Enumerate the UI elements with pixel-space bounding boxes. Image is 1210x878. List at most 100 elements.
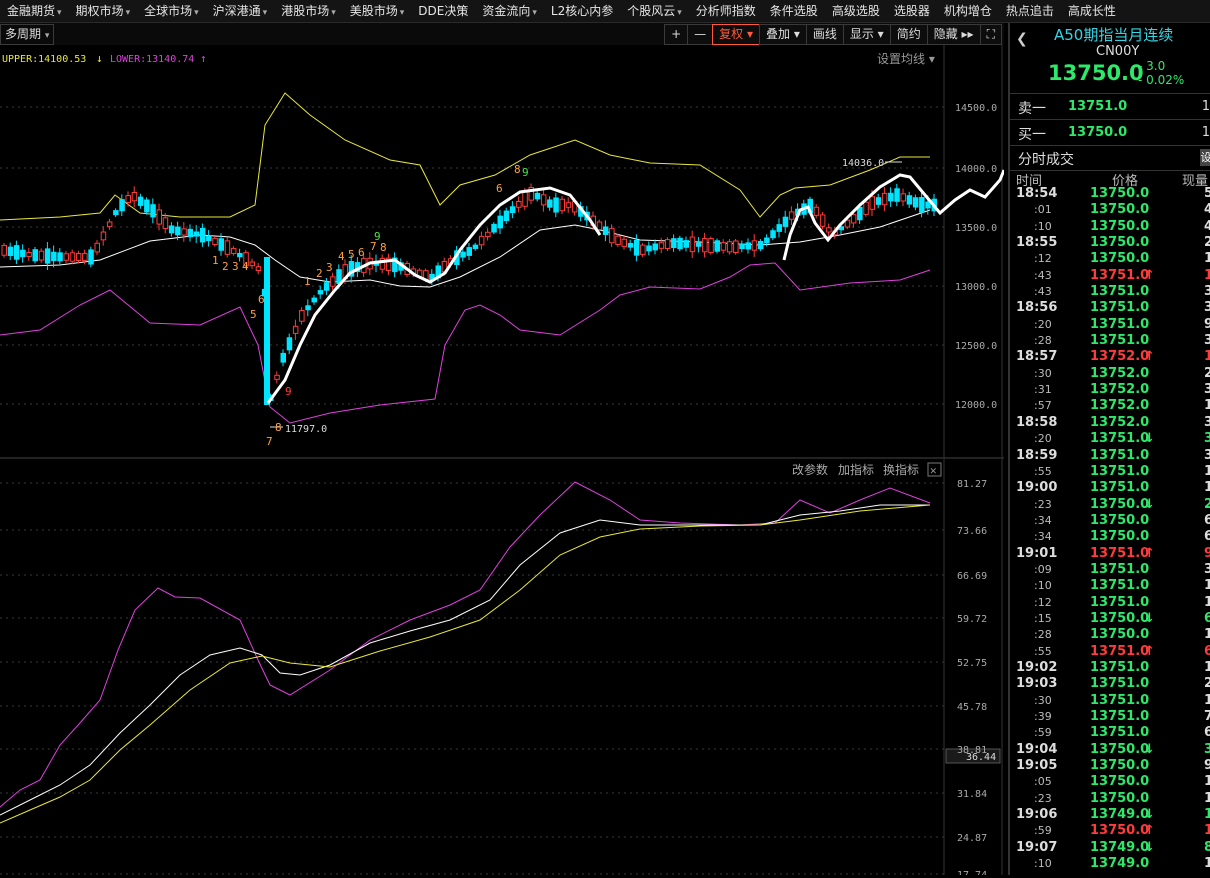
arrow-up-icon: ↑ — [1144, 349, 1155, 365]
sub-y-tick: 73.66 — [957, 526, 987, 537]
trade-volume: 4 — [1204, 218, 1210, 234]
chevron-left-icon[interactable]: ❮ — [1016, 31, 1028, 47]
add-indicator-button[interactable]: 加指标 — [838, 462, 874, 477]
trades-header: 时间 价格 现量 — [1010, 171, 1210, 189]
candle-body — [32, 249, 38, 262]
chart-area[interactable]: UPPER:14100.53 ↓ LOWER:13140.74 ↑ 设置均线 ▾… — [0, 45, 1006, 878]
candle-body — [212, 237, 218, 245]
menu-item-3[interactable]: 沪深港通 ▾ — [206, 0, 275, 22]
trade-price: 13750.0 — [1090, 512, 1150, 528]
trade-row: 19:04 13750.0 ↓ 3 — [1010, 742, 1210, 758]
menu-item-9[interactable]: 个股风云 ▾ — [620, 0, 689, 22]
chevron-down-icon: ▾ — [194, 8, 199, 18]
trade-volume: 1 — [1204, 251, 1210, 267]
change-params-button[interactable]: 改参数 — [792, 462, 828, 477]
menu-item-label: 美股市场 — [349, 4, 398, 18]
candle-body — [609, 228, 615, 244]
draw-line-button[interactable]: 画线 — [805, 24, 844, 45]
trade-volume: 3 — [1204, 333, 1210, 349]
trade-volume: 1 — [1204, 823, 1210, 839]
lower-band-line — [0, 262, 931, 424]
td-count-label: 6 — [496, 182, 503, 195]
menu-item-13[interactable]: 选股器 — [887, 0, 937, 22]
menu-item-11[interactable]: 条件选股 — [763, 0, 825, 22]
trade-row: :10 13750.0 4 — [1010, 219, 1210, 235]
candle-body — [627, 242, 634, 248]
trade-price: 13752.0 — [1090, 365, 1150, 381]
display-button[interactable]: 显示 ▾ — [842, 24, 891, 45]
trade-time: 18:54 — [1016, 186, 1058, 201]
menu-item-6[interactable]: DDE决策 — [411, 0, 475, 22]
trade-row: :10 13751.0 1 — [1010, 578, 1210, 594]
overlay-button[interactable]: 叠加 ▾ — [759, 24, 807, 45]
trade-row: :12 13750.0 1 — [1010, 251, 1210, 267]
trade-time: :10 — [1034, 579, 1052, 593]
chevron-down-icon: ▾ — [532, 8, 537, 18]
close-icon: ✕ — [930, 464, 937, 477]
td-count-label: 1 — [212, 254, 219, 267]
trade-row: 19:03 13751.0 2 — [1010, 676, 1210, 692]
menu-item-16[interactable]: 高成长性 — [1061, 0, 1123, 22]
instrument-title: A50期指当月连续 — [1054, 26, 1174, 44]
menu-item-10[interactable]: 分析师指数 — [689, 0, 763, 22]
trade-row: :05 13750.0 1 — [1010, 774, 1210, 790]
fuquan-button[interactable]: 复权 ▾ — [712, 24, 760, 45]
arrow-up-icon: ↑ — [1144, 267, 1155, 283]
menu-item-5[interactable]: 美股市场 ▾ — [343, 0, 412, 22]
candle-body — [168, 225, 175, 234]
period-selector[interactable]: 多周期 ▾ — [0, 24, 55, 45]
candle-body — [745, 242, 751, 250]
candle-body — [652, 243, 658, 251]
menu-item-12[interactable]: 高级选股 — [825, 0, 887, 22]
candle-body — [857, 206, 863, 221]
period-label: 多周期 — [5, 27, 42, 41]
menu-item-8[interactable]: L2核心内参 — [544, 0, 620, 22]
change-value: - 3.0 — [1138, 59, 1166, 73]
menu-item-1[interactable]: 期权市场 ▾ — [69, 0, 138, 22]
fullscreen-button[interactable]: ⛶ — [979, 24, 1002, 45]
menu-item-2[interactable]: 全球市场 ▾ — [137, 0, 206, 22]
arrow-up-icon: ↑ — [1144, 643, 1155, 659]
trade-volume: 3 — [1204, 284, 1210, 300]
trade-time: :20 — [1034, 317, 1052, 331]
candle-body — [255, 266, 262, 271]
arrow-up-icon: ↑ — [1144, 823, 1155, 839]
trade-volume: 9 — [1204, 758, 1210, 774]
menu-item-4[interactable]: 港股市场 ▾ — [274, 0, 343, 22]
menu-item-label: 港股市场 — [281, 4, 330, 18]
sub-y-tick: 81.27 — [957, 479, 987, 490]
td-count-label: 9 — [522, 166, 529, 179]
trade-price: 13750.0 — [1090, 186, 1150, 201]
trade-time: 18:57 — [1016, 349, 1058, 365]
middle-band-line — [0, 209, 931, 288]
zoom-in-button[interactable]: + — [664, 24, 689, 45]
candle-body — [522, 191, 528, 207]
simple-button[interactable]: 简约 — [889, 24, 928, 45]
hide-button[interactable]: 隐藏 ▸▸ — [926, 24, 981, 45]
trade-volume: 3 — [1204, 414, 1210, 430]
set-ma-button[interactable]: 设置均线 ▾ — [877, 52, 935, 66]
chart-background-layer — [0, 45, 1006, 875]
trades-settings-button[interactable]: 设 — [1200, 149, 1210, 166]
menu-item-7[interactable]: 资金流向 ▾ — [475, 0, 544, 22]
candle-body — [621, 238, 627, 247]
trade-price: 13750.0 — [1090, 741, 1150, 757]
trades-list[interactable]: 18:54 13750.0 5:01 13750.0 4:10 13750.0 4 18:55… — [1010, 186, 1210, 872]
zoom-out-button[interactable]: — — [687, 24, 714, 45]
menu-item-0[interactable]: 金融期货 ▾ — [0, 0, 69, 22]
switch-indicator-button[interactable]: 换指标 — [883, 462, 919, 477]
candle-body — [714, 240, 720, 252]
trade-time: :30 — [1034, 693, 1052, 707]
menu-item-14[interactable]: 机构增仓 — [937, 0, 999, 22]
trade-price: 13751.0 — [1090, 333, 1150, 349]
kline-chart-svg[interactable]: UPPER:14100.53 ↓ LOWER:13140.74 ↑ 设置均线 ▾… — [0, 45, 1006, 878]
quote-header: ❮ A50期指当月连续 CN00Y 13750.0 - 3.0 - 0.02% — [1010, 23, 1210, 94]
trade-price: 13751.0 — [1090, 709, 1150, 724]
arrow-down-icon: ↓ — [1144, 496, 1155, 512]
arrow-up-icon: ↑ — [1144, 545, 1155, 561]
sub-y-tick: 66.69 — [957, 571, 987, 582]
trade-price: 13751.0 — [1090, 480, 1150, 496]
trade-time: :05 — [1034, 775, 1052, 789]
trade-price: 13751.0 — [1090, 316, 1150, 332]
menu-item-15[interactable]: 热点追击 — [999, 0, 1061, 22]
